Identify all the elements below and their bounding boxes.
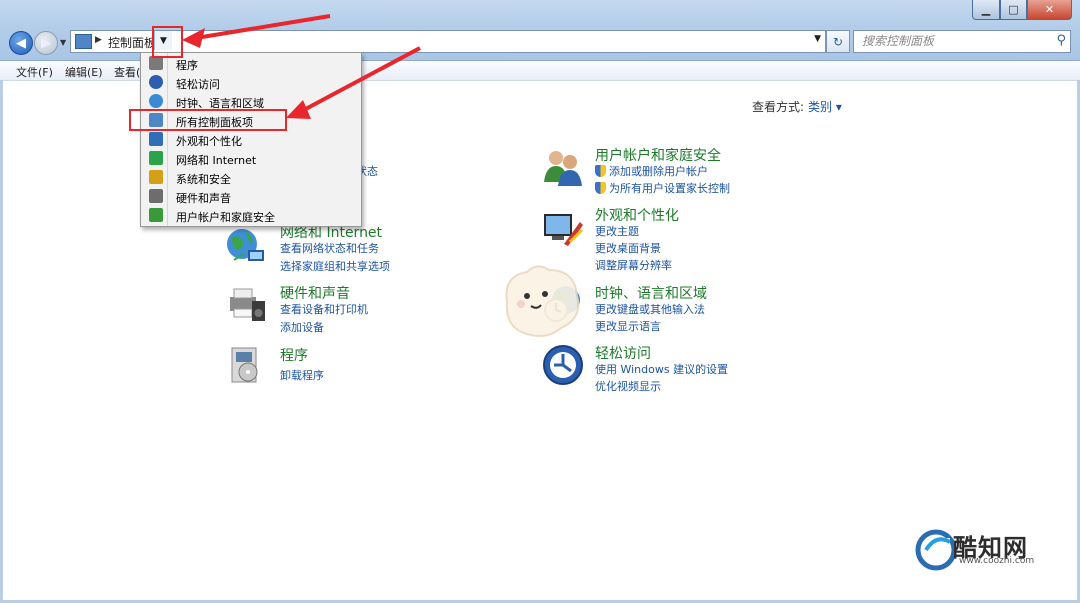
red-arrow-icon (286, 46, 421, 119)
red-arrow-icon (182, 14, 331, 48)
annotation-arrows (182, 14, 421, 119)
watermark-url: www.coozhi.com (959, 556, 1035, 566)
